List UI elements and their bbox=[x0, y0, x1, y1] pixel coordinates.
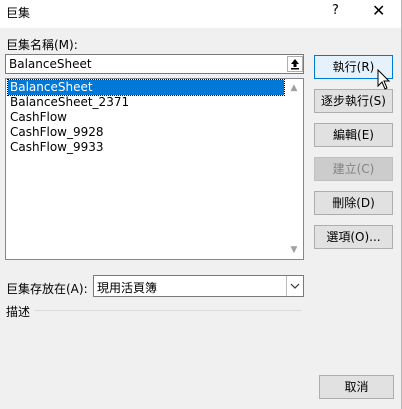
edit-button[interactable]: 編輯(E) bbox=[314, 123, 393, 147]
list-item[interactable]: CashFlow_9933 bbox=[8, 140, 284, 155]
dialog-title: 巨集 bbox=[6, 6, 31, 20]
store-in-value: 現用活頁簿 bbox=[97, 281, 158, 295]
description-divider bbox=[34, 310, 302, 311]
macro-name-field[interactable] bbox=[5, 54, 304, 74]
upload-arrow-icon bbox=[291, 59, 299, 70]
list-item[interactable]: CashFlow bbox=[8, 110, 284, 125]
delete-button[interactable]: 刪除(D) bbox=[314, 191, 393, 215]
description-label: 描述 bbox=[6, 305, 31, 319]
store-in-dropdown[interactable]: 現用活頁簿 bbox=[93, 275, 304, 297]
store-in-label: 巨集存放在(A): bbox=[6, 282, 88, 296]
options-button[interactable]: 選項(O)... bbox=[314, 225, 393, 249]
mouse-cursor-icon bbox=[377, 69, 391, 90]
macro-name-input[interactable] bbox=[9, 57, 279, 71]
create-button: 建立(C) bbox=[314, 157, 393, 181]
cancel-button[interactable]: 取消 bbox=[319, 375, 394, 399]
dropdown-button[interactable] bbox=[286, 276, 303, 296]
list-item[interactable]: BalanceSheet bbox=[7, 79, 285, 96]
macro-list[interactable]: BalanceSheet BalanceSheet_2371 CashFlow … bbox=[5, 78, 304, 260]
close-button[interactable]: ✕ bbox=[372, 1, 385, 20]
scroll-up-icon[interactable]: ▲ bbox=[286, 80, 302, 96]
collapse-dialog-button[interactable] bbox=[287, 56, 303, 72]
macro-name-label: 巨集名稱(M): bbox=[6, 38, 78, 52]
help-button[interactable]: ? bbox=[332, 3, 339, 18]
list-item[interactable]: CashFlow_9928 bbox=[8, 125, 284, 140]
list-item[interactable]: BalanceSheet_2371 bbox=[8, 95, 284, 110]
title-bar: 巨集 ? ✕ bbox=[0, 0, 402, 28]
step-into-button[interactable]: 逐步執行(S) bbox=[314, 89, 393, 113]
list-scrollbar[interactable]: ▲ ▼ bbox=[286, 80, 302, 258]
chevron-down-icon bbox=[290, 283, 300, 289]
scroll-down-icon[interactable]: ▼ bbox=[286, 242, 302, 258]
